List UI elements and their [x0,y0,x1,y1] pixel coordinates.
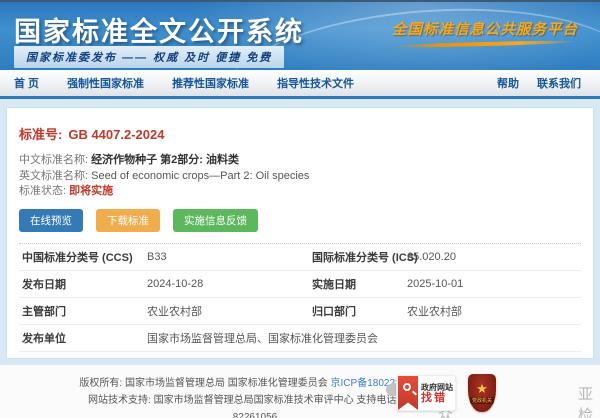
centralized-dept-value: 农业农村部 [407,303,581,319]
page-background: 标准号: GB 4407.2-2024 中文标准名称: 经济作物种子 第2部分: … [0,99,600,365]
online-preview-button[interactable]: 在线预览 [19,209,83,232]
gold-star-icon: ★ [476,382,488,395]
publish-date-value: 2024-10-28 [147,278,309,290]
action-buttons: 在线预览 下载标准 实施信息反馈 [19,209,581,232]
status-line: 标准状态: 即将实施 [19,184,581,200]
nav-mandatory-standards[interactable]: 强制性国家标准 [53,75,158,91]
table-row: 备注 [19,352,581,360]
site-title: 国家标准全文公开系统 [14,10,304,49]
magnifier-icon [403,383,411,391]
competent-dept-label: 主管部门 [19,303,147,319]
standard-number-label: 标准号: [19,127,62,142]
table-row: 主管部门 农业农村部 归口部门 农业农村部 [19,298,581,325]
en-name-line: 英文标准名称: Seed of economic crops—Part 2: O… [19,169,581,185]
find-error-label: 找错 [421,393,453,404]
en-name-value: Seed of economic crops—Part 2: Oil speci… [91,170,309,182]
ccs-label: 中国标准分类号 (CCS) [19,249,147,265]
table-row: 发布单位 国家市场监督管理总局、国家标准化管理委员会 [19,325,581,352]
nav-contact-us[interactable]: 联系我们 [528,75,590,91]
nav-guiding-documents[interactable]: 指导性技术文件 [263,75,368,91]
ics-label: 国际标准分类号 (ICS) [309,249,407,265]
implementation-feedback-button[interactable]: 实施信息反馈 [173,209,258,232]
remarks-label: 备注 [19,356,147,360]
ics-value: 65.020.20 [407,251,581,263]
nav-help[interactable]: 帮助 [488,75,528,91]
platform-underline-swoosh [392,40,578,49]
status-badge: 即将实施 [69,185,113,197]
cn-name-line: 中文标准名称: 经济作物种子 第2部分: 油料类 [19,153,581,169]
badge-text: 政府网站 找错 [421,382,453,404]
nav-home[interactable]: 首 页 [10,75,53,91]
shield-label: 党政机关 [470,397,494,404]
publish-date-label: 发布日期 [19,276,147,292]
publisher-value: 国家市场监督管理总局、国家标准化管理委员会 [147,330,581,346]
site-subtitle: 国家标准委发布 —— 权威 及时 便捷 免费 [14,46,284,68]
standard-detail-panel: 标准号: GB 4407.2-2024 中文标准名称: 经济作物种子 第2部分: … [6,107,594,359]
status-label: 标准状态: [19,185,66,197]
party-gov-org-shield-badge[interactable]: ★ 党政机关 [468,374,496,412]
cn-name-value: 经济作物种子 第2部分: 油料类 [91,154,239,166]
table-row: 中国标准分类号 (CCS) B33 国际标准分类号 (ICS) 65.020.2… [19,244,581,271]
centralized-dept-label: 归口部门 [309,303,407,319]
ccs-value: B33 [147,251,309,263]
standard-info-table: 中国标准分类号 (CCS) B33 国际标准分类号 (ICS) 65.020.2… [19,244,581,360]
competent-dept-value: 农业农村部 [147,303,309,319]
site-header: 国家标准全文公开系统 国家标准委发布 —— 权威 及时 便捷 免费 全国标准信息… [0,0,600,70]
copyright-text: 版权所有: 国家市场监督管理总局 国家标准化管理委员会 [79,378,330,389]
standard-number: GB 4407.2-2024 [68,127,164,142]
implement-date-label: 实施日期 [309,276,407,292]
cn-name-label: 中文标准名称: [19,154,88,166]
copyright-line: 版权所有: 国家市场监督管理总局 国家标准化管理委员会 京ICP备1802238… [75,375,435,392]
main-navbar: 首 页 强制性国家标准 推荐性国家标准 指导性技术文件 帮助 联系我们 [0,70,600,99]
gov-site-error-report-badge[interactable]: 政府网站 找错 [396,375,456,411]
standard-number-line: 标准号: GB 4407.2-2024 [19,124,581,143]
publisher-label: 发布单位 [19,330,147,346]
en-name-label: 英文标准名称: [19,170,88,182]
site-footer: 版权所有: 国家市场监督管理总局 国家标准化管理委员会 京ICP备1802238… [0,365,600,418]
red-pennant-icon [398,376,418,410]
support-line: 网站技术支持: 国家市场监督管理总局国家标准技术审评中心 支持电话: 010-8… [75,392,435,418]
table-row: 发布日期 2024-10-28 实施日期 2025-10-01 [19,271,581,298]
download-standard-button[interactable]: 下载标准 [96,209,160,232]
platform-name: 全国标准信息公共服务平台 [392,18,578,39]
watermark-yajianyan: 亚检验检测 [578,383,594,418]
footer-text: 版权所有: 国家市场监督管理总局 国家标准化管理委员会 京ICP备1802238… [75,375,435,418]
nav-recommended-standards[interactable]: 推荐性国家标准 [158,75,263,91]
platform-link[interactable]: 全国标准信息公共服务平台 [392,18,578,46]
implement-date-value: 2025-10-01 [407,278,581,290]
